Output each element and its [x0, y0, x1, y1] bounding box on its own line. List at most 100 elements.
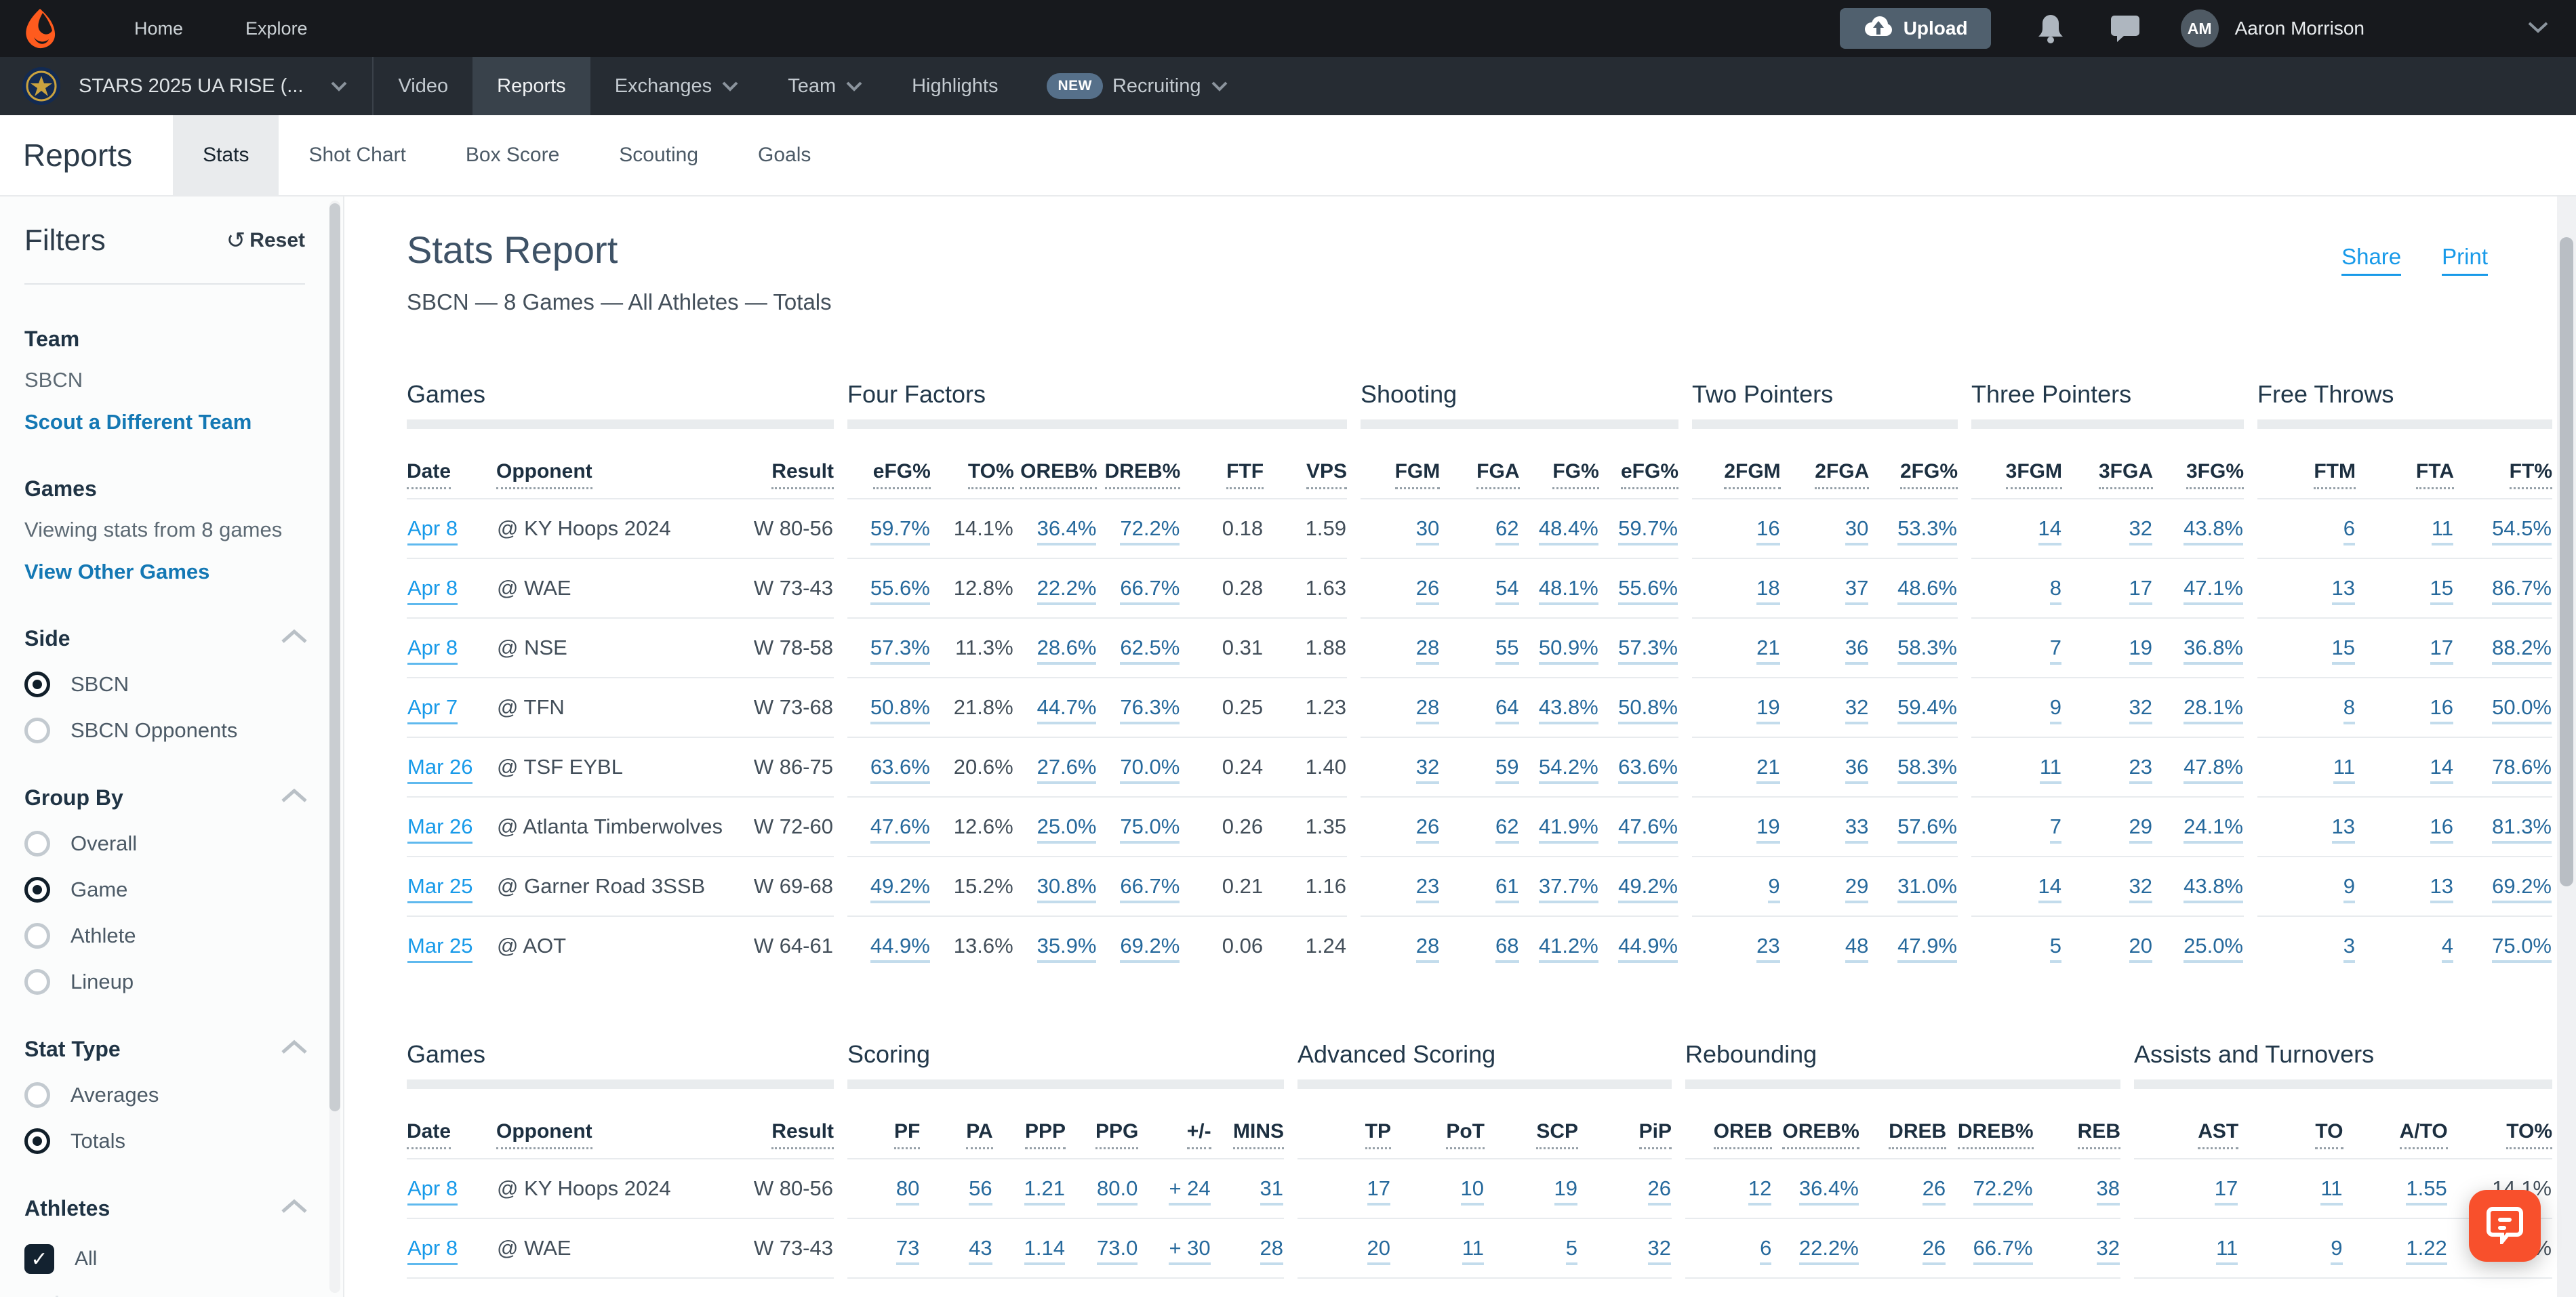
date-link[interactable]: Mar 26 — [407, 755, 473, 784]
stat-link[interactable]: 80 — [895, 1176, 920, 1206]
stat-link[interactable]: 26 — [1922, 1176, 1946, 1206]
stat-link[interactable]: 48.4% — [1538, 516, 1598, 545]
stat-link[interactable]: 49.2% — [1618, 874, 1678, 903]
stat-link[interactable]: 25.0% — [1037, 815, 1097, 844]
nav-item-highlights[interactable]: Highlights — [887, 57, 1022, 115]
column-header-ppp[interactable]: PPP — [992, 1103, 1066, 1159]
column-header-ftf[interactable]: FTF — [1180, 442, 1264, 499]
stat-link[interactable]: 73 — [895, 1236, 920, 1265]
date-link[interactable]: Apr 8 — [407, 1176, 458, 1206]
stat-link[interactable]: 9 — [1768, 874, 1780, 903]
stat-link[interactable]: 50.8% — [870, 695, 930, 724]
stat-link[interactable]: 72.2% — [1973, 1176, 2033, 1206]
stat-link[interactable]: 26 — [1922, 1236, 1946, 1265]
column-header-efg[interactable]: eFG% — [1598, 442, 1678, 499]
stat-link[interactable]: 29 — [1845, 874, 1869, 903]
stat-link[interactable]: + 24 — [1169, 1176, 1211, 1206]
stat-link[interactable]: 17 — [1367, 1176, 1390, 1206]
team-selector[interactable]: STARS 2025 UA RISE (... — [0, 57, 372, 115]
stat-link[interactable]: 16 — [1756, 516, 1780, 545]
date-link[interactable]: Apr 8 — [407, 636, 458, 665]
stat-link[interactable]: 44.9% — [870, 934, 930, 963]
stat-link[interactable]: 27.6% — [1037, 755, 1097, 784]
stat-link[interactable]: 13 — [2331, 576, 2355, 605]
stat-link[interactable]: 5 — [2049, 934, 2061, 963]
stat-link[interactable]: 5 — [1565, 1236, 1577, 1265]
top-nav-link-explore[interactable]: Explore — [245, 18, 308, 39]
stat-link[interactable]: 4 — [2441, 934, 2453, 963]
column-header-vps[interactable]: VPS — [1264, 442, 1347, 499]
stat-link[interactable]: 10 — [1460, 1176, 1484, 1206]
stat-link[interactable]: 48.6% — [1897, 576, 1957, 605]
stat-link[interactable]: 12 — [1748, 1176, 1772, 1206]
column-header-fta[interactable]: FTA — [2356, 442, 2454, 499]
top-nav-link-home[interactable]: Home — [134, 18, 183, 39]
column-header-a-to[interactable]: A/TO — [2343, 1103, 2448, 1159]
stat-link[interactable]: 55.6% — [1618, 576, 1678, 605]
user-menu-chevron-down-icon[interactable] — [2527, 21, 2549, 37]
stat-link[interactable]: 19 — [2129, 636, 2152, 665]
stat-link[interactable]: 28 — [1260, 1236, 1283, 1265]
stat-link[interactable]: 11 — [1462, 1236, 1484, 1265]
stat-link[interactable]: 57.6% — [1897, 815, 1957, 844]
reset-filters-button[interactable]: ↺ Reset — [226, 227, 305, 254]
print-link[interactable]: Print — [2442, 244, 2488, 276]
column-header-to[interactable]: TO% — [930, 442, 1014, 499]
stat-link[interactable]: 13 — [2430, 874, 2453, 903]
side-collapse-chevron-up-icon[interactable] — [281, 629, 308, 644]
stat-link[interactable]: 23 — [2129, 755, 2152, 784]
column-header-to[interactable]: TO — [2238, 1103, 2343, 1159]
stat-link[interactable]: 14 — [2038, 516, 2061, 545]
stat-link[interactable]: 26 — [1415, 576, 1440, 605]
column-header-oreb[interactable]: OREB — [1685, 1103, 1773, 1159]
stat-link[interactable]: 47.8% — [2183, 755, 2243, 784]
stat-link[interactable]: 70.0% — [1120, 755, 1180, 784]
column-header-ppg[interactable]: PPG — [1065, 1103, 1139, 1159]
athletes-all-checkbox[interactable]: ✓ All — [24, 1240, 305, 1278]
stat-link[interactable]: 80.0 — [1096, 1176, 1138, 1206]
column-header-tp[interactable]: TP — [1297, 1103, 1391, 1159]
stat-link[interactable]: 57.3% — [870, 636, 930, 665]
stat-link[interactable]: 11 — [2320, 1176, 2343, 1206]
stat-link[interactable]: 76.3% — [1120, 695, 1180, 724]
column-header-dreb[interactable]: DREB — [1859, 1103, 1947, 1159]
column-header-fgm[interactable]: FGM — [1361, 442, 1441, 499]
stat-link[interactable]: 8 — [2049, 576, 2061, 605]
stat-link[interactable]: 49.2% — [870, 874, 930, 903]
stat-link[interactable]: 11 — [2333, 755, 2355, 784]
stat-link[interactable]: 23 — [1756, 934, 1780, 963]
stat-link[interactable]: 16 — [2430, 815, 2453, 844]
column-header-3fga[interactable]: 3FGA — [2062, 442, 2153, 499]
nav-item-exchanges[interactable]: Exchanges — [590, 57, 764, 115]
tab-stats[interactable]: Stats — [173, 115, 279, 195]
radio-option-sbcn[interactable]: SBCN — [24, 672, 305, 697]
column-header-3fgm[interactable]: 3FGM — [1971, 442, 2062, 499]
column-header-2fgm[interactable]: 2FGM — [1692, 442, 1781, 499]
stat-link[interactable]: 69.2% — [2492, 874, 2552, 903]
stat-link[interactable]: 44.7% — [1037, 695, 1097, 724]
athletes-collapse-chevron-up-icon[interactable] — [281, 1199, 308, 1214]
stat-link[interactable]: 22.2% — [1037, 576, 1097, 605]
stat-link[interactable]: 36 — [1845, 755, 1869, 784]
support-chat-button[interactable] — [2469, 1190, 2541, 1262]
column-header-oreb[interactable]: OREB% — [1013, 442, 1098, 499]
stat-link[interactable]: 1.55 — [2406, 1176, 2447, 1206]
stat-link[interactable]: 28 — [1415, 695, 1440, 724]
column-header-mins[interactable]: MINS — [1211, 1103, 1284, 1159]
stat-link[interactable]: 41.2% — [1538, 934, 1598, 963]
stat-link[interactable]: 38 — [2096, 1176, 2120, 1206]
stat-link[interactable]: 19 — [1554, 1176, 1577, 1206]
stat-link[interactable]: 36.4% — [1037, 516, 1097, 545]
stat-link[interactable]: 88.2% — [2492, 636, 2552, 665]
stat-link[interactable]: 33 — [1845, 815, 1869, 844]
stat-link[interactable]: 63.6% — [1618, 755, 1678, 784]
stat-link[interactable]: 48.1% — [1538, 576, 1598, 605]
stat-link[interactable]: 43.8% — [2183, 874, 2243, 903]
stat-link[interactable]: 3 — [2343, 934, 2355, 963]
stat-link[interactable]: 32 — [1415, 755, 1440, 784]
stat-link[interactable]: 17 — [2430, 636, 2453, 665]
stat-link[interactable]: 7 — [2049, 815, 2061, 844]
date-link[interactable]: Mar 25 — [407, 934, 473, 963]
stat-link[interactable]: 43 — [969, 1236, 992, 1265]
stat-link[interactable]: 43.8% — [2183, 516, 2243, 545]
